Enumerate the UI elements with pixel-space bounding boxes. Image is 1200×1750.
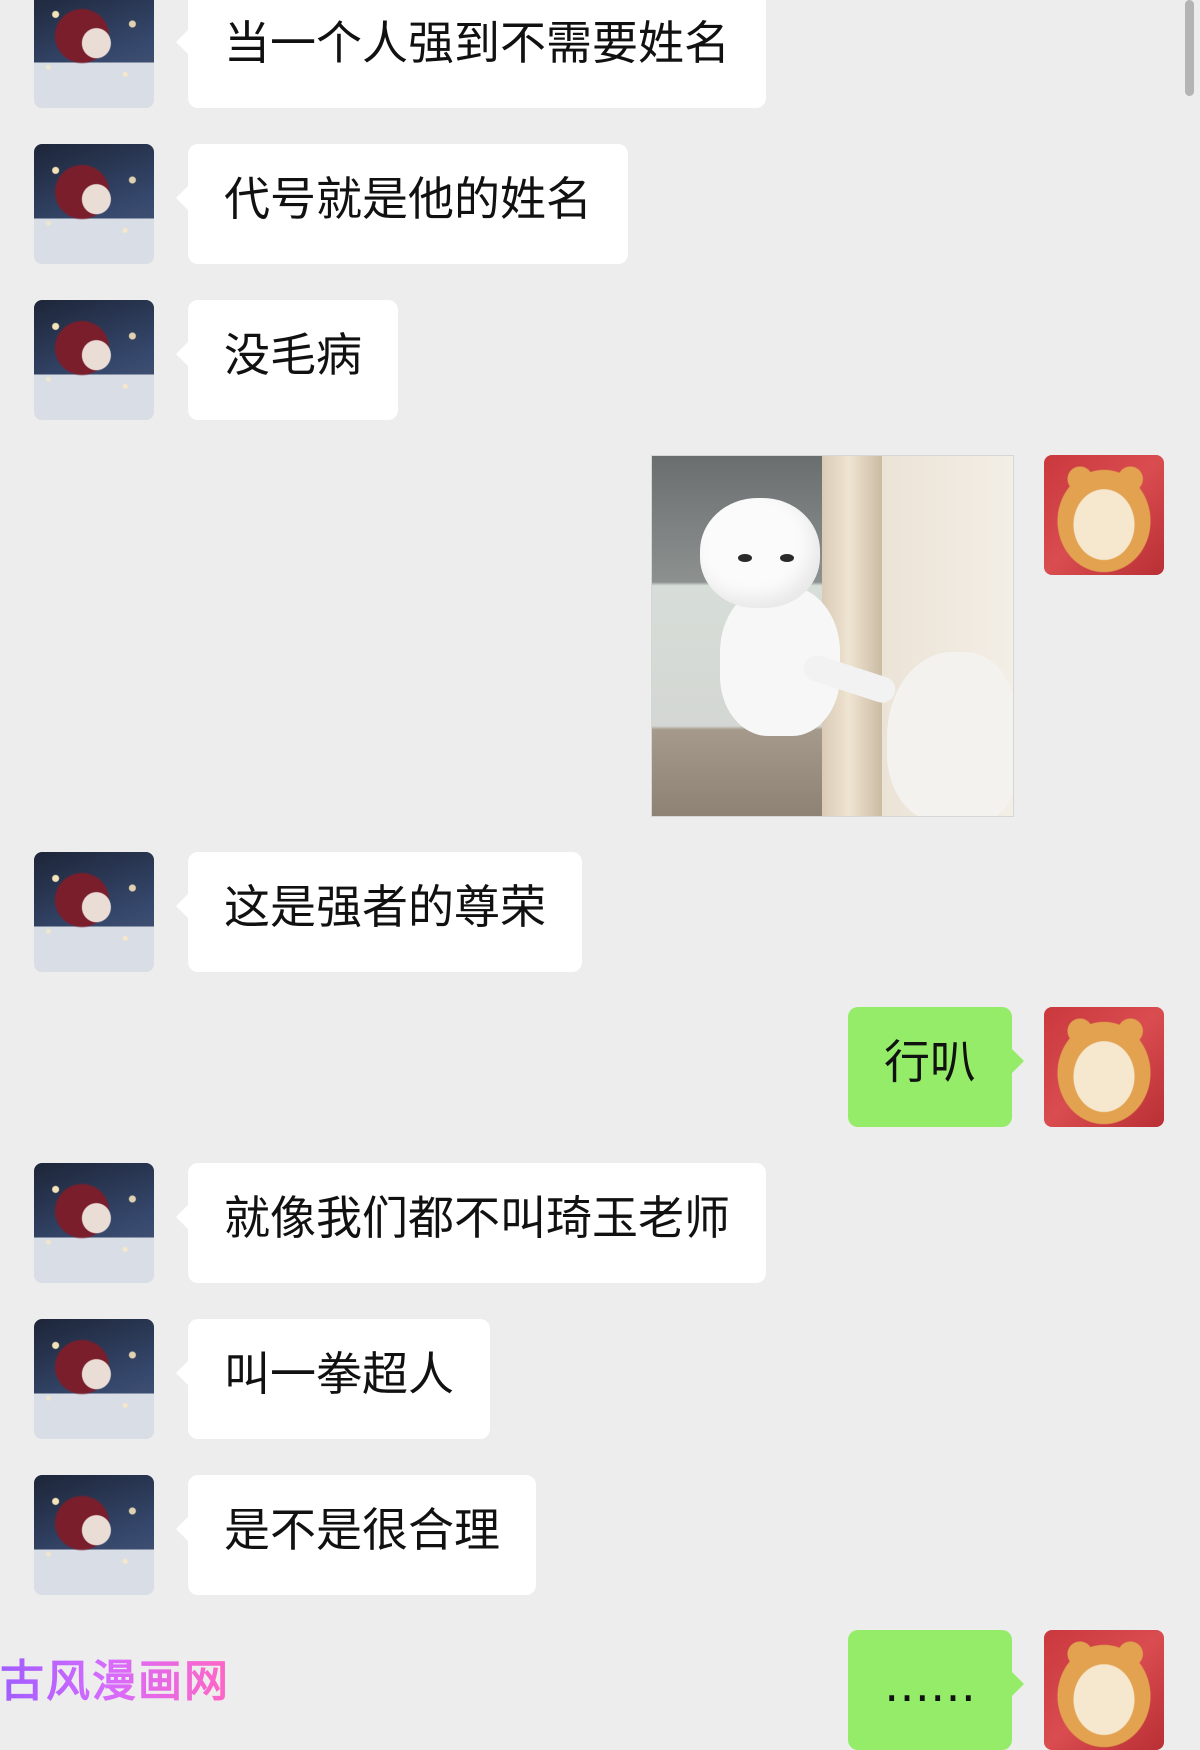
message-text: 是不是很合理: [224, 1503, 500, 1557]
my-avatar[interactable]: [1044, 1630, 1164, 1750]
message-bubble-received[interactable]: 就像我们都不叫琦玉老师: [176, 1163, 766, 1283]
sticker-second-cat: [887, 652, 1013, 816]
contact-avatar[interactable]: [34, 1475, 154, 1595]
message-text: 叫一拳超人: [224, 1347, 454, 1401]
message-text: 当一个人强到不需要姓名: [224, 16, 730, 70]
contact-avatar[interactable]: [34, 1163, 154, 1283]
message-bubble-sent[interactable]: 行叭: [848, 1007, 1024, 1127]
contact-avatar[interactable]: [34, 144, 154, 264]
message-text: 这是强者的尊荣: [224, 880, 546, 934]
message-text: 就像我们都不叫琦玉老师: [224, 1191, 730, 1245]
message-bubble-received[interactable]: 当一个人强到不需要姓名: [176, 0, 766, 108]
message-text: ……: [884, 1658, 976, 1712]
my-avatar[interactable]: [1044, 1007, 1164, 1127]
sticker-cat-eye: [780, 554, 794, 562]
contact-avatar[interactable]: [34, 852, 154, 972]
my-avatar[interactable]: [1044, 455, 1164, 575]
sticker-cat-eye: [738, 554, 752, 562]
site-watermark: 古风漫画网: [0, 1656, 230, 1707]
message-bubble-received[interactable]: 代号就是他的姓名: [176, 144, 628, 264]
contact-avatar[interactable]: [34, 0, 154, 108]
message-text: 代号就是他的姓名: [224, 172, 592, 226]
contact-avatar[interactable]: [34, 1319, 154, 1439]
message-text: 没毛病: [224, 328, 362, 382]
scrollbar-thumb[interactable]: [1185, 0, 1194, 96]
sticker-cat-head: [700, 498, 820, 608]
message-bubble-received[interactable]: 叫一拳超人: [176, 1319, 490, 1439]
message-bubble-received[interactable]: 是不是很合理: [176, 1475, 536, 1595]
cat-sticker-image[interactable]: [651, 455, 1014, 817]
chat-message-list[interactable]: 当一个人强到不需要姓名 代号就是他的姓名 没毛病 这是强者的尊荣 行叭 就像我们…: [0, 0, 1200, 1750]
message-bubble-received[interactable]: 没毛病: [176, 300, 398, 420]
message-bubble-sent[interactable]: ……: [848, 1630, 1024, 1750]
message-bubble-received[interactable]: 这是强者的尊荣: [176, 852, 582, 972]
contact-avatar[interactable]: [34, 300, 154, 420]
message-text: 行叭: [884, 1035, 976, 1089]
